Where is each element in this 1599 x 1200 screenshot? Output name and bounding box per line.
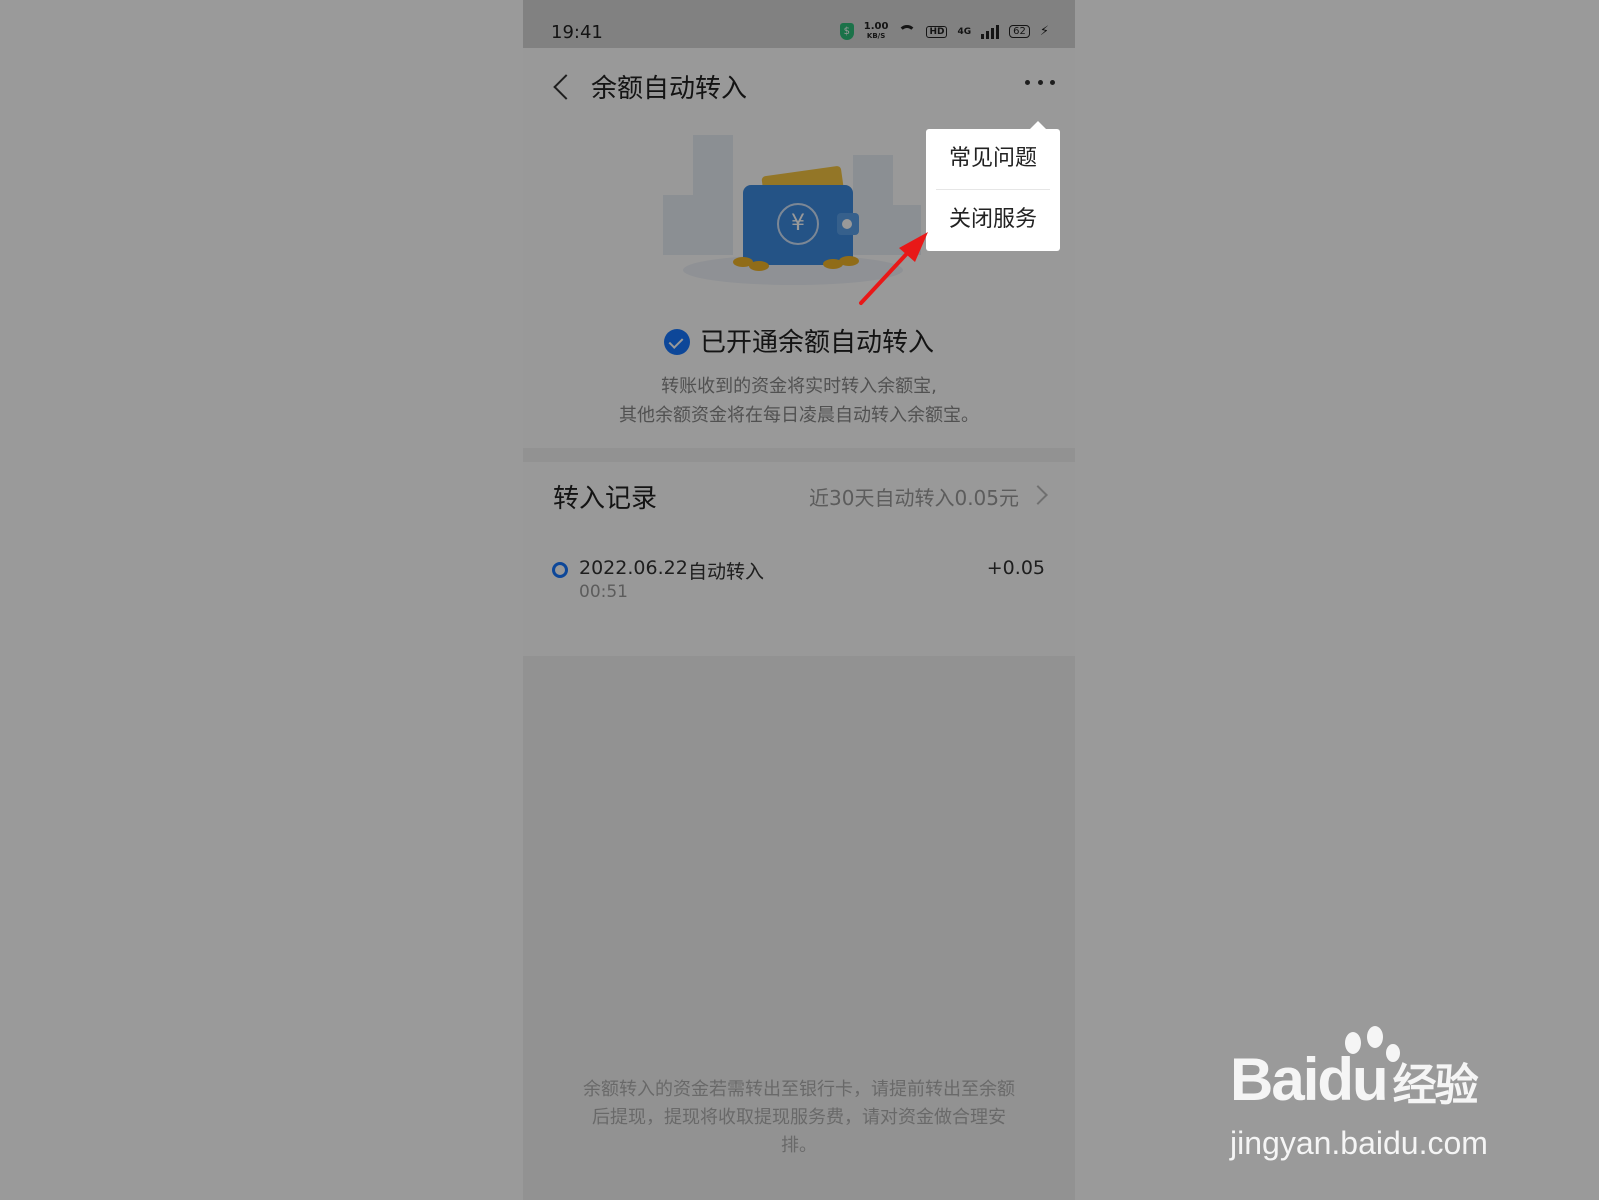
baidu-jingyan-watermark: Baidu 经验 jingyan.baidu.com bbox=[1230, 1025, 1520, 1165]
baidu-paw-icon bbox=[1345, 1026, 1400, 1062]
watermark-url: jingyan.baidu.com bbox=[1230, 1125, 1488, 1161]
menu-item-close-service[interactable]: 关闭服务 bbox=[926, 190, 1060, 250]
menu-item-faq[interactable]: 常见问题 bbox=[926, 129, 1060, 189]
phone-screen: 19:41 $ 1.00 KB/S HD 4G 62 ⚡ 余额自动转入 ¥ 已开… bbox=[523, 0, 1075, 1200]
more-menu: 常见问题 关闭服务 bbox=[926, 121, 1060, 251]
